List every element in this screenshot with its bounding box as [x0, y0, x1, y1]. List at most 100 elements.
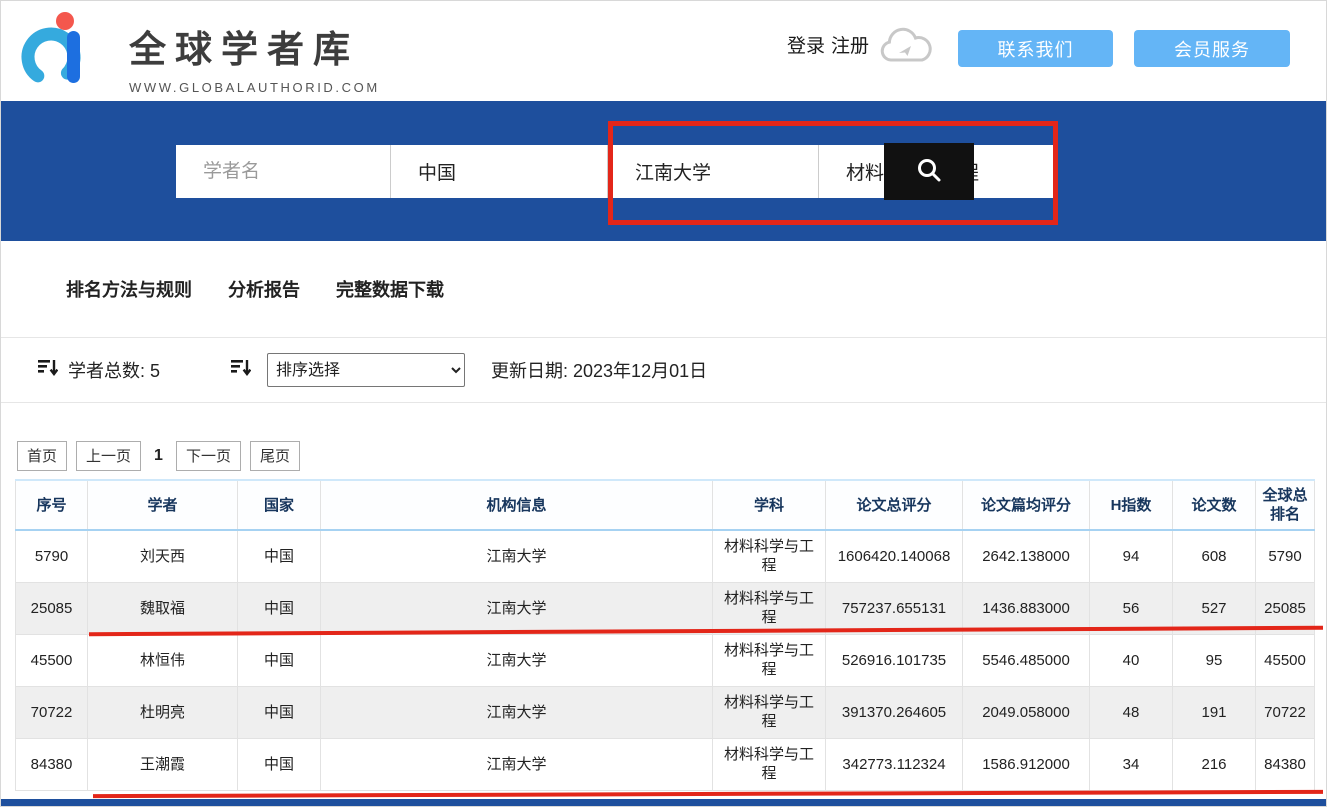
site-url: WWW.GLOBALAUTHORID.COM: [129, 80, 380, 95]
table-cell: 1436.883000: [963, 582, 1090, 634]
scholar-name-input[interactable]: [176, 145, 391, 198]
nav-data-download[interactable]: 完整数据下载: [336, 276, 444, 302]
filter-row: 学者总数: 5 排序选择 更新日期: 2023年12月01日: [1, 337, 1326, 403]
table-row: 70722杜明亮中国江南大学材料科学与工程391370.2646052049.0…: [16, 686, 1315, 738]
table-cell: 84380: [1256, 738, 1315, 790]
table-cell: 中国: [238, 530, 321, 582]
column-header: 学科: [713, 480, 826, 530]
table-cell: 材料科学与工程: [713, 634, 826, 686]
column-header: 机构信息: [321, 480, 713, 530]
column-header: 全球总排名: [1256, 480, 1315, 530]
table-cell: 1606420.140068: [826, 530, 963, 582]
table-cell: 191: [1173, 686, 1256, 738]
member-service-button[interactable]: 会员服务: [1134, 30, 1290, 67]
table-cell: 王潮霞: [88, 738, 238, 790]
institution-input[interactable]: [608, 145, 819, 198]
column-header: 论文篇均评分: [963, 480, 1090, 530]
page: 全球学者库 WWW.GLOBALAUTHORID.COM 登录注册 联系我们 会…: [0, 0, 1327, 807]
table-cell: 刘天西: [88, 530, 238, 582]
table-cell: 江南大学: [321, 634, 713, 686]
table-cell: 25085: [16, 582, 88, 634]
table-cell: 45500: [16, 634, 88, 686]
register-link[interactable]: 注册: [831, 36, 869, 57]
table-cell: 25085: [1256, 582, 1315, 634]
table-cell: 江南大学: [321, 738, 713, 790]
table-cell: 5790: [1256, 530, 1315, 582]
site-title: 全球学者库: [129, 19, 380, 73]
table-cell: 40: [1090, 634, 1173, 686]
pagination: 首页 上一页 1 下一页 尾页: [17, 441, 300, 471]
country-input[interactable]: [391, 145, 608, 198]
table-cell: 5546.485000: [963, 634, 1090, 686]
table-cell: 杜明亮: [88, 686, 238, 738]
table-cell: 中国: [238, 686, 321, 738]
login-link[interactable]: 登录: [787, 36, 825, 57]
table-cell: 材料科学与工程: [713, 686, 826, 738]
brand-block: 全球学者库 WWW.GLOBALAUTHORID.COM: [129, 19, 380, 95]
scholar-total-label: 学者总数: 5: [68, 357, 160, 383]
table-cell: 材料科学与工程: [713, 530, 826, 582]
table-cell: 216: [1173, 738, 1256, 790]
table-cell: 45500: [1256, 634, 1315, 686]
table-cell: 391370.264605: [826, 686, 963, 738]
table-cell: 5790: [16, 530, 88, 582]
table-cell: 84380: [16, 738, 88, 790]
auth-links: 登录注册: [787, 31, 869, 58]
sort-select[interactable]: 排序选择: [267, 353, 465, 387]
column-header: 论文总评分: [826, 480, 963, 530]
column-header: 序号: [16, 480, 88, 530]
table-cell: 材料科学与工程: [713, 582, 826, 634]
table-row: 84380王潮霞中国江南大学材料科学与工程342773.1123241586.9…: [16, 738, 1315, 790]
table-cell: 中国: [238, 738, 321, 790]
table-cell: 材料科学与工程: [713, 738, 826, 790]
contact-us-button[interactable]: 联系我们: [958, 30, 1113, 67]
table-cell: 魏取福: [88, 582, 238, 634]
table-cell: 江南大学: [321, 582, 713, 634]
search-button[interactable]: [884, 143, 974, 200]
nav-ranking-rules[interactable]: 排名方法与规则: [66, 276, 192, 302]
table-cell: 94: [1090, 530, 1173, 582]
update-date-label: 更新日期: 2023年12月01日: [491, 357, 707, 383]
column-header: 论文数: [1173, 480, 1256, 530]
table-row: 45500林恒伟中国江南大学材料科学与工程526916.1017355546.4…: [16, 634, 1315, 686]
table-body: 5790刘天西中国江南大学材料科学与工程1606420.1400682642.1…: [16, 530, 1315, 790]
pagination-current-page: 1: [150, 447, 167, 465]
table-cell: 95: [1173, 634, 1256, 686]
annotation-red-line: [93, 790, 1323, 798]
results-table: 序号学者国家机构信息学科论文总评分论文篇均评分H指数论文数全球总排名 5790刘…: [15, 479, 1315, 791]
cloud-icon: [877, 27, 935, 74]
pagination-prev-button[interactable]: 上一页: [76, 441, 141, 471]
column-header: H指数: [1090, 480, 1173, 530]
table-cell: 2642.138000: [963, 530, 1090, 582]
table-cell: 中国: [238, 582, 321, 634]
pagination-next-button[interactable]: 下一页: [176, 441, 241, 471]
top-header: 全球学者库 WWW.GLOBALAUTHORID.COM 登录注册 联系我们 会…: [1, 1, 1326, 101]
table-row: 5790刘天西中国江南大学材料科学与工程1606420.1400682642.1…: [16, 530, 1315, 582]
search-banner: [1, 101, 1326, 241]
table-cell: 江南大学: [321, 530, 713, 582]
table-cell: 48: [1090, 686, 1173, 738]
nav-row: 排名方法与规则 分析报告 完整数据下载: [1, 241, 1326, 337]
table-cell: 1586.912000: [963, 738, 1090, 790]
table-header-row: 序号学者国家机构信息学科论文总评分论文篇均评分H指数论文数全球总排名: [16, 480, 1315, 530]
search-icon: [915, 156, 943, 187]
sort-icon: [230, 357, 251, 383]
column-header: 国家: [238, 480, 321, 530]
pagination-last-button[interactable]: 尾页: [250, 441, 300, 471]
site-logo-icon: [15, 9, 101, 98]
table-cell: 林恒伟: [88, 634, 238, 686]
table-cell: 757237.655131: [826, 582, 963, 634]
table-cell: 34: [1090, 738, 1173, 790]
table-cell: 70722: [16, 686, 88, 738]
table-cell: 527: [1173, 582, 1256, 634]
sort-icon: [37, 357, 58, 383]
table-cell: 526916.101735: [826, 634, 963, 686]
table-cell: 70722: [1256, 686, 1315, 738]
nav-analysis-report[interactable]: 分析报告: [228, 276, 300, 302]
table-cell: 中国: [238, 634, 321, 686]
table-cell: 608: [1173, 530, 1256, 582]
table-cell: 56: [1090, 582, 1173, 634]
pagination-first-button[interactable]: 首页: [17, 441, 67, 471]
footer-strip: [1, 799, 1326, 806]
table-row: 25085魏取福中国江南大学材料科学与工程757237.6551311436.8…: [16, 582, 1315, 634]
